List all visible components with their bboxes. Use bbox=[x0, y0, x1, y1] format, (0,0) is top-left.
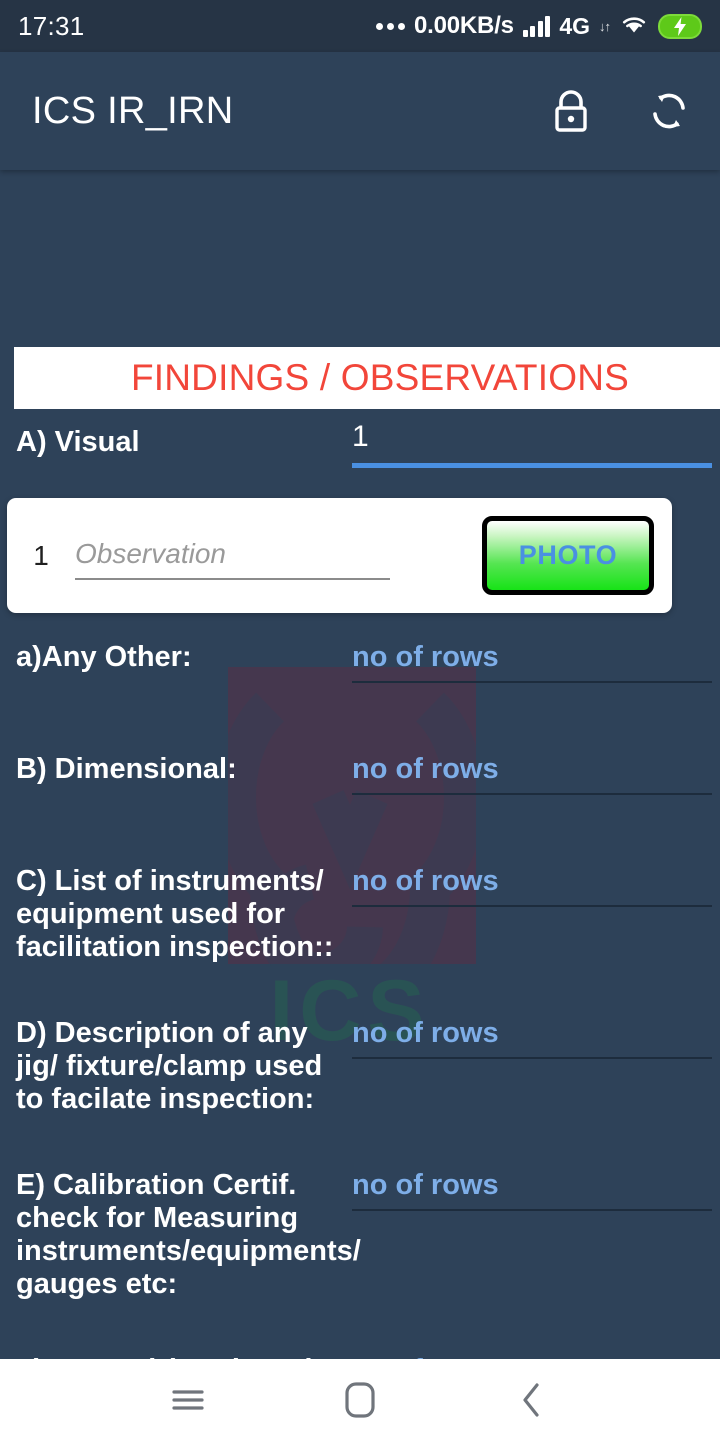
wifi-icon bbox=[619, 12, 649, 41]
network-speed-label: 0.00KB/s bbox=[414, 12, 514, 39]
field-input-dimensional[interactable]: no of rows bbox=[352, 753, 712, 795]
field-underline-any-other bbox=[352, 681, 712, 683]
battery-charging-icon bbox=[658, 13, 702, 39]
findings-banner: FINDINGS / OBSERVATIONS bbox=[14, 347, 720, 409]
observation-input[interactable]: Observation bbox=[75, 532, 390, 580]
field-input-instruments[interactable]: no of rows bbox=[352, 865, 712, 907]
observation-placeholder[interactable]: Observation bbox=[75, 538, 390, 578]
network-type-label: 4G bbox=[559, 12, 590, 39]
field-label-dimensional: B) Dimensional: bbox=[16, 753, 237, 785]
field-placeholder-dimensional[interactable]: no of rows bbox=[352, 753, 712, 793]
visual-section-label: A) Visual bbox=[16, 426, 140, 458]
status-icons: 0.00KB/s 4G ↓↑ bbox=[376, 12, 702, 41]
field-label-instruments: C) List of instruments/ equipment used f… bbox=[16, 865, 334, 963]
field-underline-calibration bbox=[352, 1209, 712, 1211]
field-input-any-other[interactable]: no of rows bbox=[352, 641, 712, 683]
field-row-calibration: E) Calibration Certif. check for Measuri… bbox=[0, 1169, 720, 1301]
field-label-any-other: a)Any Other: bbox=[16, 641, 192, 673]
field-input-calibration[interactable]: no of rows bbox=[352, 1169, 712, 1211]
phone-screen: 17:31 0.00KB/s 4G ↓↑ ICS IR_IRN ICS FIND… bbox=[0, 0, 720, 1440]
app-title: ICS IR_IRN bbox=[32, 89, 234, 132]
status-bar: 17:31 0.00KB/s 4G ↓↑ bbox=[0, 0, 720, 52]
home-square-icon[interactable] bbox=[330, 1370, 390, 1430]
field-row-dimensional: B) Dimensional: no of rows bbox=[0, 753, 720, 795]
visual-field-underline bbox=[352, 463, 712, 468]
form-content: ICS FINDINGS / OBSERVATIONS A) Visual 1 … bbox=[0, 170, 720, 1377]
status-clock: 17:31 bbox=[18, 10, 85, 41]
field-input-jig-description[interactable]: no of rows bbox=[352, 1017, 712, 1059]
system-navigation-bar bbox=[0, 1359, 720, 1440]
visual-rows-field[interactable]: 1 bbox=[352, 414, 712, 468]
signal-bars-icon bbox=[522, 15, 551, 37]
field-row-any-other: a)Any Other: no of rows bbox=[0, 641, 720, 683]
observation-card: 1 Observation PHOTO bbox=[7, 498, 672, 613]
banner-title: FINDINGS / OBSERVATIONS bbox=[130, 357, 629, 398]
observation-input-underline bbox=[75, 577, 390, 580]
more-dots-icon bbox=[376, 22, 406, 30]
app-bar: ICS IR_IRN bbox=[0, 52, 720, 170]
photo-button[interactable]: PHOTO bbox=[482, 516, 654, 595]
field-placeholder-any-other[interactable]: no of rows bbox=[352, 641, 712, 681]
company-watermark: ICS bbox=[210, 667, 490, 1059]
visual-rows-value[interactable]: 1 bbox=[352, 420, 712, 463]
app-bar-actions bbox=[548, 88, 692, 134]
sync-icon[interactable] bbox=[646, 88, 692, 134]
field-placeholder-calibration[interactable]: no of rows bbox=[352, 1169, 712, 1209]
field-placeholder-jig-description[interactable]: no of rows bbox=[352, 1017, 712, 1057]
photo-button-label: PHOTO bbox=[518, 540, 618, 570]
menu-icon[interactable] bbox=[158, 1370, 218, 1430]
field-placeholder-instruments[interactable]: no of rows bbox=[352, 865, 712, 905]
field-underline-dimensional bbox=[352, 793, 712, 795]
field-row-instruments: C) List of instruments/ equipment used f… bbox=[0, 865, 720, 964]
field-underline-jig-description bbox=[352, 1057, 712, 1059]
field-label-calibration: E) Calibration Certif. check for Measuri… bbox=[16, 1169, 361, 1300]
visual-section-row: A) Visual 1 bbox=[0, 414, 720, 494]
field-row-jig-description: D) Description of any jig/ fixture/clamp… bbox=[0, 1017, 720, 1116]
field-label-jig-description: D) Description of any jig/ fixture/clamp… bbox=[16, 1017, 323, 1115]
observation-index: 1 bbox=[33, 539, 49, 571]
data-transfer-arrows-icon: ↓↑ bbox=[599, 18, 611, 34]
back-chevron-icon[interactable] bbox=[502, 1370, 562, 1430]
lock-icon[interactable] bbox=[548, 88, 594, 134]
field-underline-instruments bbox=[352, 905, 712, 907]
